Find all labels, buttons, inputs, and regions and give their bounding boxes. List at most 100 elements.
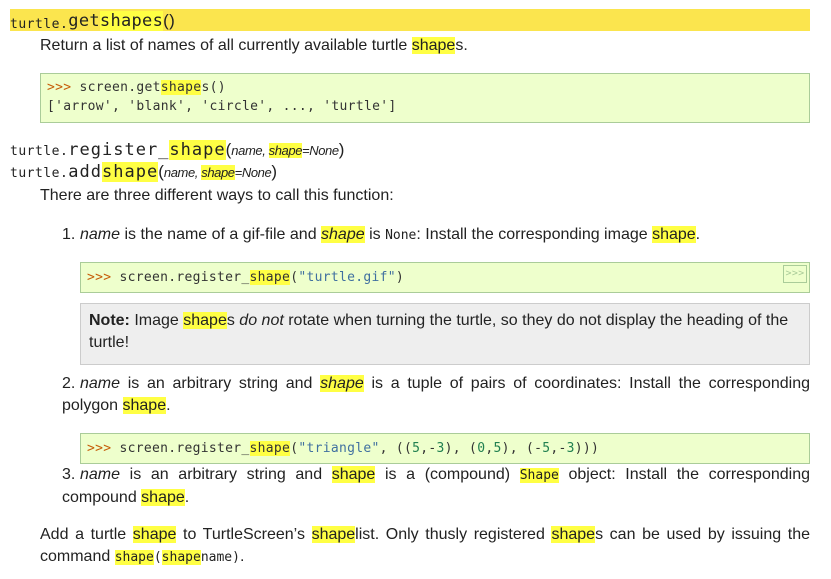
code-text: screen.get	[79, 80, 161, 95]
text: Add a turtle	[40, 526, 133, 543]
search-highlight: shape	[331, 466, 376, 483]
signature-arg: =None	[234, 165, 272, 180]
code-number: 3	[566, 441, 575, 456]
text: .	[239, 548, 245, 565]
signature-name-part: get	[68, 11, 100, 31]
search-highlight: shape	[132, 526, 177, 543]
code-text: )))	[574, 441, 600, 456]
text: is the name of a gif-file and	[120, 226, 322, 243]
list-item-3: 3. name is an arbitrary string and shape …	[62, 464, 810, 509]
code-example-getshapes: >>> screen.getshapes() ['arrow', 'blank'…	[40, 73, 810, 123]
text: s.	[455, 37, 468, 54]
signature-name-part: register_	[68, 140, 170, 160]
search-highlight: shape	[201, 165, 235, 180]
list-item-2: 2. name is an arbitrary string and shape …	[62, 373, 810, 417]
code-text: screen.register_	[119, 441, 250, 456]
function-signature-register-shape: turtle.register_shape(name, shape=None)	[10, 140, 344, 160]
code-line: >>> screen.register_shape("turtle.gif")	[87, 270, 404, 285]
code-string: "turtle.gif"	[298, 270, 396, 285]
search-highlight: shape	[551, 526, 596, 543]
text: : Install the corresponding image	[416, 226, 653, 243]
note-box: Note: Image shapes do not rotate when tu…	[80, 303, 810, 365]
search-highlight: shape	[122, 397, 167, 414]
signature-parens: ()	[163, 11, 176, 30]
function-signature-addshape: turtle.addshape(name, shape=None)	[10, 162, 277, 182]
getshapes-description: Return a list of names of all currently …	[40, 35, 468, 57]
text: Image	[129, 312, 184, 329]
search-highlight: shape	[268, 143, 303, 158]
code-text: ), (	[444, 441, 478, 456]
search-highlight: shape	[652, 226, 696, 243]
text: list. Only thusly registered	[355, 526, 552, 543]
search-highlight: shape	[320, 375, 364, 392]
text: to TurtleScreen’s	[176, 526, 312, 543]
code-prompt: >>>	[87, 441, 120, 456]
search-highlight: shape	[169, 140, 226, 160]
code-line: >>> screen.getshapes()	[47, 80, 226, 95]
code-prompt: >>>	[47, 80, 80, 95]
code-example-register-gif: >>> screen.register_shape("turtle.gif") …	[80, 262, 810, 293]
search-highlight: shapes	[99, 11, 164, 31]
signature-prefix: turtle.	[10, 144, 69, 159]
search-highlight[interactable]: shape	[114, 550, 154, 565]
search-highlight: shape	[249, 441, 291, 456]
function-signature-getshapes: turtle.getshapes()	[10, 9, 810, 32]
search-highlight: shape	[141, 489, 185, 506]
text: .	[184, 489, 190, 506]
code-example-register-triangle: >>> screen.register_shape("triangle", ((…	[80, 433, 810, 464]
code-text: ), (-	[501, 441, 543, 456]
text: is an arbitrary string and	[120, 466, 332, 483]
signature-arg: name,	[231, 143, 269, 158]
inline-code: )	[232, 550, 240, 565]
code-line: ['arrow', 'blank', 'circle', ..., 'turtl…	[47, 99, 397, 114]
search-highlight: shape	[321, 226, 365, 243]
search-highlight: shape	[311, 526, 356, 543]
text: name	[80, 375, 121, 392]
list-marker: 3.	[62, 466, 76, 483]
code-text: ,-	[550, 441, 567, 456]
signature-prefix: turtle.	[10, 166, 69, 181]
toggle-prompt-button[interactable]: >>>	[783, 265, 807, 283]
search-highlight: shape	[161, 550, 201, 565]
search-highlight: shape	[411, 37, 456, 54]
code-number: 3	[436, 441, 445, 456]
text: do not	[239, 312, 284, 329]
code-line: >>> screen.register_shape("triangle", ((…	[87, 441, 599, 456]
code-prompt: >>>	[87, 270, 120, 285]
text: is a (compound)	[375, 466, 520, 483]
code-string: "triangle"	[298, 441, 380, 456]
text: name	[80, 466, 121, 483]
text: name	[80, 226, 121, 243]
list-marker: 1.	[62, 226, 76, 243]
inline-code: name	[200, 550, 233, 565]
text: Return a list of names of all currently …	[40, 37, 412, 54]
text: s	[226, 312, 240, 329]
final-paragraph: Add a turtle shape to TurtleScreen’s sha…	[40, 524, 810, 569]
list-item-1: 1. name is the name of a gif-file and sha…	[62, 224, 810, 247]
text: is an arbitrary string and	[120, 375, 321, 392]
text: .	[166, 397, 171, 414]
signature-arg: name,	[163, 165, 202, 180]
signature-prefix: turtle.	[10, 17, 69, 32]
search-highlight[interactable]: Shape	[519, 468, 559, 483]
code-text: s()	[201, 80, 226, 95]
list-marker: 2.	[62, 375, 76, 392]
inline-code: None	[385, 228, 417, 243]
search-highlight: shape	[249, 270, 291, 285]
code-text: )	[395, 270, 404, 285]
signature-arg: =None	[302, 143, 339, 158]
text: is	[364, 226, 386, 243]
search-highlight: shape	[160, 80, 202, 95]
search-highlight: shape	[102, 162, 159, 182]
code-text: , ((	[379, 441, 413, 456]
search-highlight: shape	[183, 312, 227, 329]
note-label: Note:	[89, 312, 130, 329]
signature-name-part: add	[68, 162, 103, 182]
text: .	[695, 226, 701, 243]
signature-paren: )	[338, 140, 345, 159]
signature-paren: )	[271, 162, 277, 181]
inline-code: (	[153, 550, 162, 565]
code-number: 5	[493, 441, 502, 456]
intro-text: There are three different ways to call t…	[40, 187, 394, 204]
code-text: screen.register_	[119, 270, 250, 285]
